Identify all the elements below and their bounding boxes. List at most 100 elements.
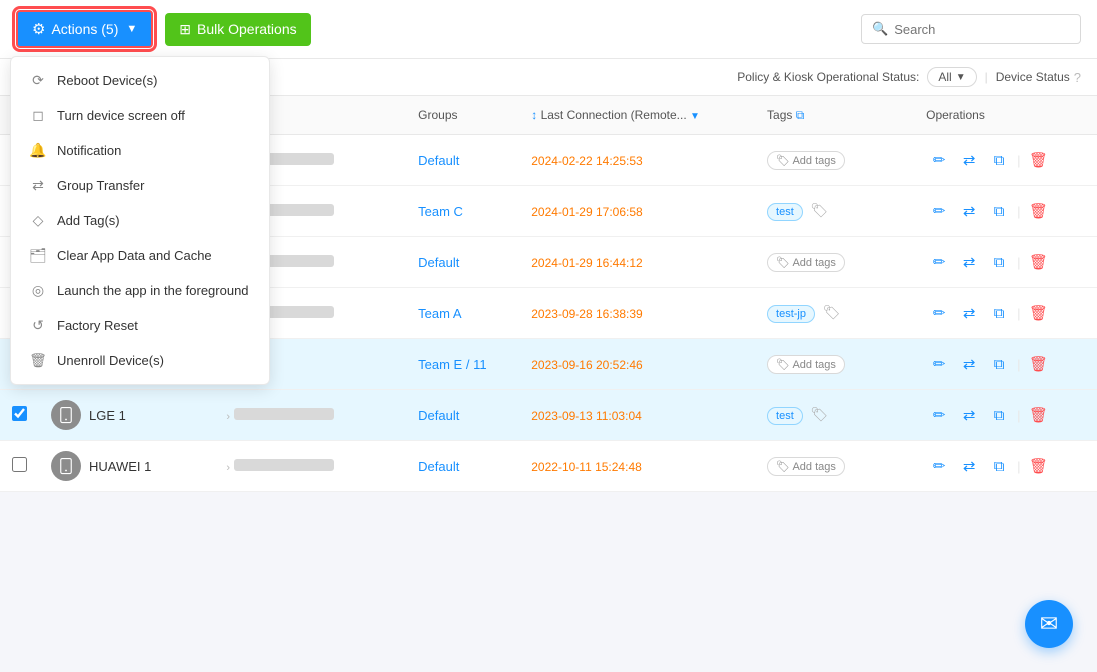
top-bar: ⚙ Actions (5) ▼ ⊞ Bulk Operations 🔍 ⟳ Re…: [0, 0, 1097, 59]
delete-button[interactable]: 🗑: [1026, 453, 1052, 479]
menu-item-unenroll[interactable]: 🗑 Unenroll Device(s): [11, 343, 269, 378]
transfer-button[interactable]: ⇄: [956, 249, 982, 275]
table-row: LGE 1 › Default2023-09-13 11:03:04 test …: [0, 390, 1097, 441]
menu-item-label: Add Tag(s): [57, 213, 120, 228]
edit-button[interactable]: ✏: [926, 198, 952, 224]
delete-button[interactable]: 🗑: [1026, 198, 1052, 224]
actions-button[interactable]: ⚙ Actions (5) ▼: [16, 10, 153, 48]
connection-time: 2023-09-28 16:38:39: [531, 307, 642, 321]
search-icon: 🔍: [872, 21, 888, 37]
device-info-cell: LGE 1: [39, 390, 210, 441]
tag-manage-icon[interactable]: 🏷: [810, 406, 828, 422]
connection-cell: 2024-02-22 14:25:53: [519, 135, 755, 186]
tag-badge: test-jp: [767, 305, 815, 323]
group-link[interactable]: Default: [418, 408, 459, 423]
last-connection-column-header[interactable]: ↕ Last Connection (Remote... ▼: [519, 96, 755, 135]
group-link[interactable]: Team E / 11: [418, 357, 486, 372]
add-tags-button[interactable]: 🏷 Add tags: [767, 253, 845, 272]
fab-icon: ✉: [1040, 611, 1058, 637]
group-cell: Team A: [406, 288, 519, 339]
gear-icon: ⚙: [32, 20, 45, 38]
menu-item-label: Reboot Device(s): [57, 73, 157, 88]
menu-item-label: Group Transfer: [57, 178, 144, 193]
bulk-operations-button[interactable]: ⊞ Bulk Operations: [165, 13, 310, 46]
transfer-button[interactable]: ⇄: [956, 300, 982, 326]
transfer-button[interactable]: ⇄: [956, 147, 982, 173]
menu-item-clear-cache[interactable]: 🗂 Clear App Data and Cache: [11, 238, 269, 273]
group-link[interactable]: Default: [418, 255, 459, 270]
launch-icon: ◎: [29, 282, 47, 299]
edit-button[interactable]: ✏: [926, 300, 952, 326]
delete-button[interactable]: 🗑: [1026, 147, 1052, 173]
menu-item-screen-off[interactable]: ◻ Turn device screen off: [11, 98, 269, 133]
tags-column-header[interactable]: Tags ⧉: [755, 96, 914, 135]
add-tags-button[interactable]: 🏷 Add tags: [767, 151, 845, 170]
bulk-label: Bulk Operations: [197, 21, 297, 37]
delete-button[interactable]: 🗑: [1026, 300, 1052, 326]
menu-item-label: Factory Reset: [57, 318, 138, 333]
device-status-label: Device Status: [996, 70, 1070, 84]
expand-chevron-icon[interactable]: ›: [226, 411, 230, 423]
transfer-button[interactable]: ⇄: [956, 351, 982, 377]
device-info-cell: HUAWEI 1: [39, 441, 210, 492]
tag-badge: test: [767, 407, 803, 425]
copy-button[interactable]: ⧉: [986, 249, 1012, 275]
group-link[interactable]: Default: [418, 153, 459, 168]
menu-item-label: Notification: [57, 143, 121, 158]
edit-button[interactable]: ✏: [926, 402, 952, 428]
caret-icon: ▼: [126, 23, 137, 35]
operations-cell: ✏ ⇄ ⧉ | 🗑: [914, 288, 1097, 339]
row-checkbox[interactable]: [12, 406, 27, 421]
tag-manage-icon[interactable]: 🏷: [823, 304, 841, 320]
group-link[interactable]: Team C: [418, 204, 463, 219]
menu-item-notification[interactable]: 🔔 Notification: [11, 133, 269, 168]
connection-cell: 2024-01-29 16:44:12: [519, 237, 755, 288]
tag-icon: ◇: [29, 212, 47, 229]
row-checkbox[interactable]: [12, 457, 27, 472]
menu-item-factory-reset[interactable]: ↺ Factory Reset: [11, 308, 269, 343]
group-link[interactable]: Team A: [418, 306, 461, 321]
connection-time: 2024-02-22 14:25:53: [531, 154, 642, 168]
all-caret-icon: ▼: [956, 72, 966, 83]
all-pill[interactable]: All ▼: [927, 67, 976, 87]
connection-cell: 2023-09-16 20:52:46: [519, 339, 755, 390]
tag-badge: test: [767, 203, 803, 221]
edit-button[interactable]: ✏: [926, 249, 952, 275]
table-row: HUAWEI 1 › Default2022-10-11 15:24:48🏷 A…: [0, 441, 1097, 492]
copy-button[interactable]: ⧉: [986, 300, 1012, 326]
copy-button[interactable]: ⧉: [986, 147, 1012, 173]
menu-item-add-tag[interactable]: ◇ Add Tag(s): [11, 203, 269, 238]
delete-button[interactable]: 🗑: [1026, 351, 1052, 377]
copy-button[interactable]: ⧉: [986, 351, 1012, 377]
notification-icon: 🔔: [29, 142, 47, 159]
add-tags-button[interactable]: 🏷 Add tags: [767, 355, 845, 374]
add-tags-button[interactable]: 🏷 Add tags: [767, 457, 845, 476]
expand-chevron-icon[interactable]: ›: [226, 462, 230, 474]
menu-item-reboot[interactable]: ⟳ Reboot Device(s): [11, 63, 269, 98]
tag-manage-icon[interactable]: 🏷: [810, 202, 828, 218]
menu-item-launch-app[interactable]: ◎ Launch the app in the foreground: [11, 273, 269, 308]
device-status[interactable]: Device Status ?: [996, 70, 1081, 85]
transfer-button[interactable]: ⇄: [956, 402, 982, 428]
fab-button[interactable]: ✉: [1025, 600, 1073, 648]
edit-button[interactable]: ✏: [926, 453, 952, 479]
group-transfer-icon: ⇄: [29, 177, 47, 194]
edit-button[interactable]: ✏: [926, 147, 952, 173]
group-cell: Default: [406, 390, 519, 441]
delete-button[interactable]: 🗑: [1026, 249, 1052, 275]
copy-button[interactable]: ⧉: [986, 198, 1012, 224]
search-input[interactable]: [894, 22, 1070, 37]
transfer-button[interactable]: ⇄: [956, 453, 982, 479]
device-name: LGE 1: [89, 408, 126, 423]
operations-cell: ✏ ⇄ ⧉ | 🗑: [914, 186, 1097, 237]
group-link[interactable]: Default: [418, 459, 459, 474]
menu-item-group-transfer[interactable]: ⇄ Group Transfer: [11, 168, 269, 203]
copy-button[interactable]: ⧉: [986, 402, 1012, 428]
tags-cell: test 🏷: [755, 186, 914, 237]
delete-button[interactable]: 🗑: [1026, 402, 1052, 428]
menu-item-label: Clear App Data and Cache: [57, 248, 212, 263]
connection-cell: 2023-09-28 16:38:39: [519, 288, 755, 339]
copy-button[interactable]: ⧉: [986, 453, 1012, 479]
transfer-button[interactable]: ⇄: [956, 198, 982, 224]
edit-button[interactable]: ✏: [926, 351, 952, 377]
